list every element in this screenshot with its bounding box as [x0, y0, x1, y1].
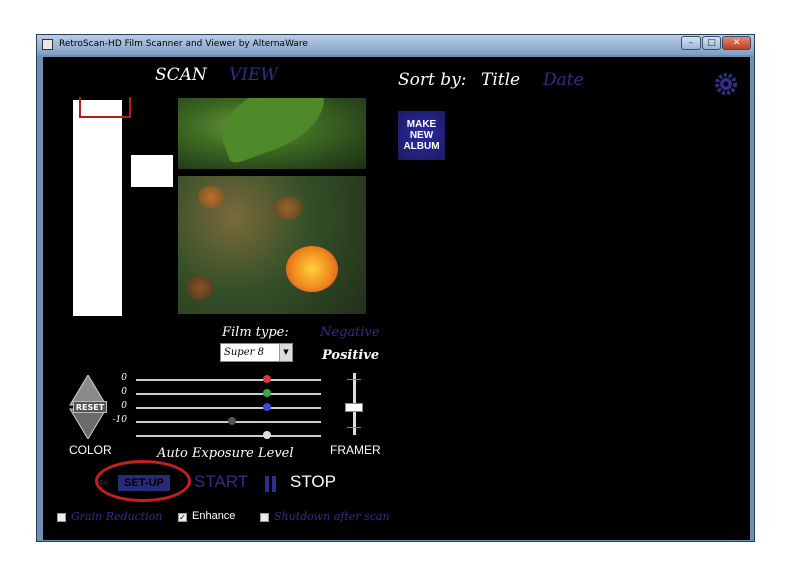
- chevron-down-icon[interactable]: ▼: [279, 344, 292, 361]
- green-slider-track[interactable]: [136, 393, 321, 395]
- sort-by-label: Sort by:: [398, 70, 467, 90]
- app-icon: [42, 39, 53, 50]
- album-line-3: ALBUM: [403, 141, 440, 152]
- app-window: RetroScan-HD Film Scanner and Viewer by …: [36, 34, 755, 542]
- blue-slider-track[interactable]: [136, 407, 321, 409]
- title-bar[interactable]: RetroScan-HD Film Scanner and Viewer by …: [37, 35, 754, 55]
- red-slider-knob[interactable]: [263, 375, 272, 383]
- pause-icon[interactable]: [265, 476, 277, 492]
- tab-view[interactable]: VIEW: [229, 65, 278, 85]
- blur-flower-shape: [186, 276, 214, 300]
- color-label: COLOR: [69, 443, 112, 457]
- film-type-select[interactable]: Super 8 ▼: [220, 343, 293, 362]
- leaf-shape: [211, 98, 335, 166]
- shutdown-checkbox[interactable]: [260, 513, 269, 522]
- maximize-button[interactable]: □: [702, 36, 721, 50]
- sort-date-option[interactable]: Date: [543, 70, 584, 90]
- main-panel: SCAN VIEW Film type: Super 8 ▼ Negative …: [43, 57, 750, 540]
- grain-reduction-label[interactable]: Grain Reduction: [71, 510, 162, 523]
- negative-option[interactable]: Negative: [320, 325, 380, 340]
- make-new-album-button[interactable]: MAKE NEW ALBUM: [398, 111, 445, 160]
- enhance-checkbox[interactable]: ✓: [178, 513, 187, 522]
- green-slider-knob[interactable]: [263, 389, 272, 397]
- window-title: RetroScan-HD Film Scanner and Viewer by …: [59, 39, 308, 49]
- stop-button[interactable]: STOP: [290, 472, 336, 492]
- film-type-label: Film type:: [222, 325, 289, 340]
- close-button[interactable]: ✕: [722, 36, 751, 50]
- framer-label: FRAMER: [330, 443, 381, 457]
- reset-button[interactable]: RESET: [73, 401, 107, 413]
- red-value: 0: [121, 373, 127, 383]
- album-line-2: NEW: [409, 130, 434, 141]
- album-line-1: MAKE: [406, 119, 437, 130]
- film-type-value: Super 8: [224, 347, 264, 358]
- blue-value: 0: [121, 401, 127, 411]
- blur-flower-shape: [198, 186, 224, 208]
- shutdown-label[interactable]: Shutdown after scan: [274, 510, 390, 523]
- grain-reduction-checkbox[interactable]: [57, 513, 66, 522]
- frame-marker[interactable]: [79, 97, 131, 118]
- frame-thumbnail[interactable]: [131, 155, 173, 187]
- tab-scan[interactable]: SCAN: [155, 65, 207, 85]
- auto-exposure-label: Auto Exposure Level: [157, 446, 294, 461]
- framer-tick: [347, 427, 361, 428]
- green-value: 0: [121, 387, 127, 397]
- preview-image-top: [178, 98, 366, 169]
- exposure-value: -10: [112, 415, 128, 425]
- positive-option[interactable]: Positive: [322, 348, 379, 363]
- gear-icon[interactable]: [714, 72, 738, 96]
- framer-slider-thumb[interactable]: [345, 403, 363, 413]
- highlight-annotation: [95, 460, 191, 502]
- blur-flower-shape: [273, 196, 303, 220]
- auto-exposure-slider-track[interactable]: [136, 435, 321, 437]
- framer-tick: [347, 379, 361, 380]
- red-slider-track[interactable]: [136, 379, 321, 381]
- flower-shape: [286, 246, 338, 292]
- exposure-slider-knob[interactable]: [228, 417, 237, 425]
- enhance-label[interactable]: Enhance: [192, 510, 235, 522]
- start-button[interactable]: START: [194, 472, 248, 492]
- auto-exposure-slider-knob[interactable]: [263, 431, 272, 439]
- minimize-button[interactable]: –: [681, 36, 701, 50]
- blue-slider-knob[interactable]: [263, 403, 272, 411]
- film-strip-preview[interactable]: [73, 100, 122, 316]
- preview-image-main: [178, 176, 366, 314]
- sort-title-option[interactable]: Title: [481, 70, 520, 90]
